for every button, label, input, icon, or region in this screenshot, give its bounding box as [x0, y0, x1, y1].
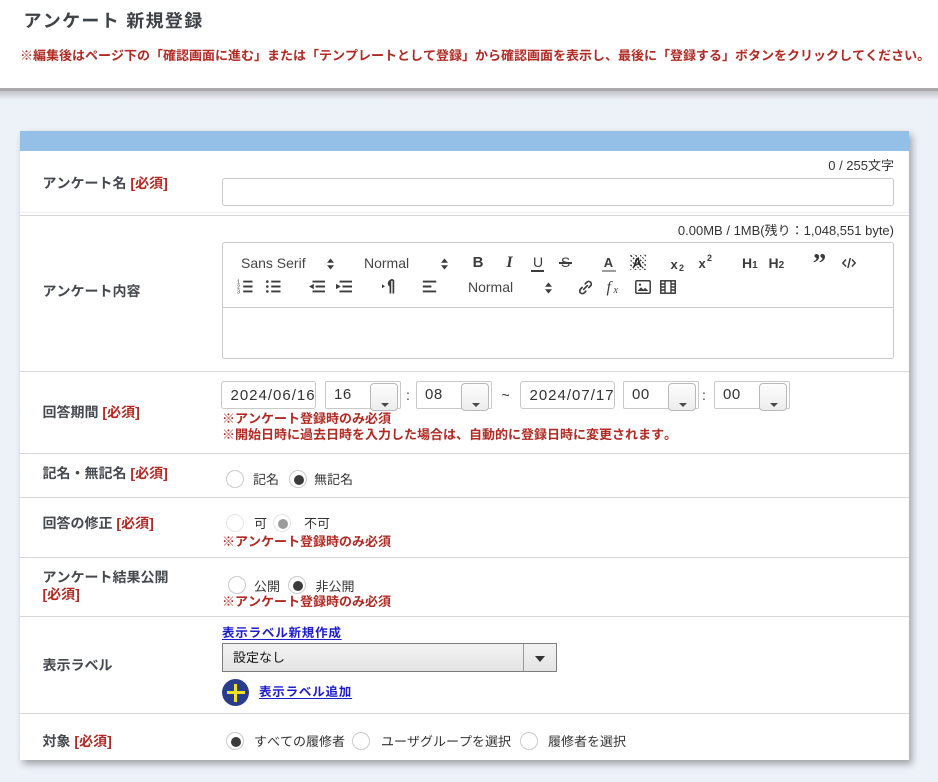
- svg-text:3: 3: [237, 289, 240, 294]
